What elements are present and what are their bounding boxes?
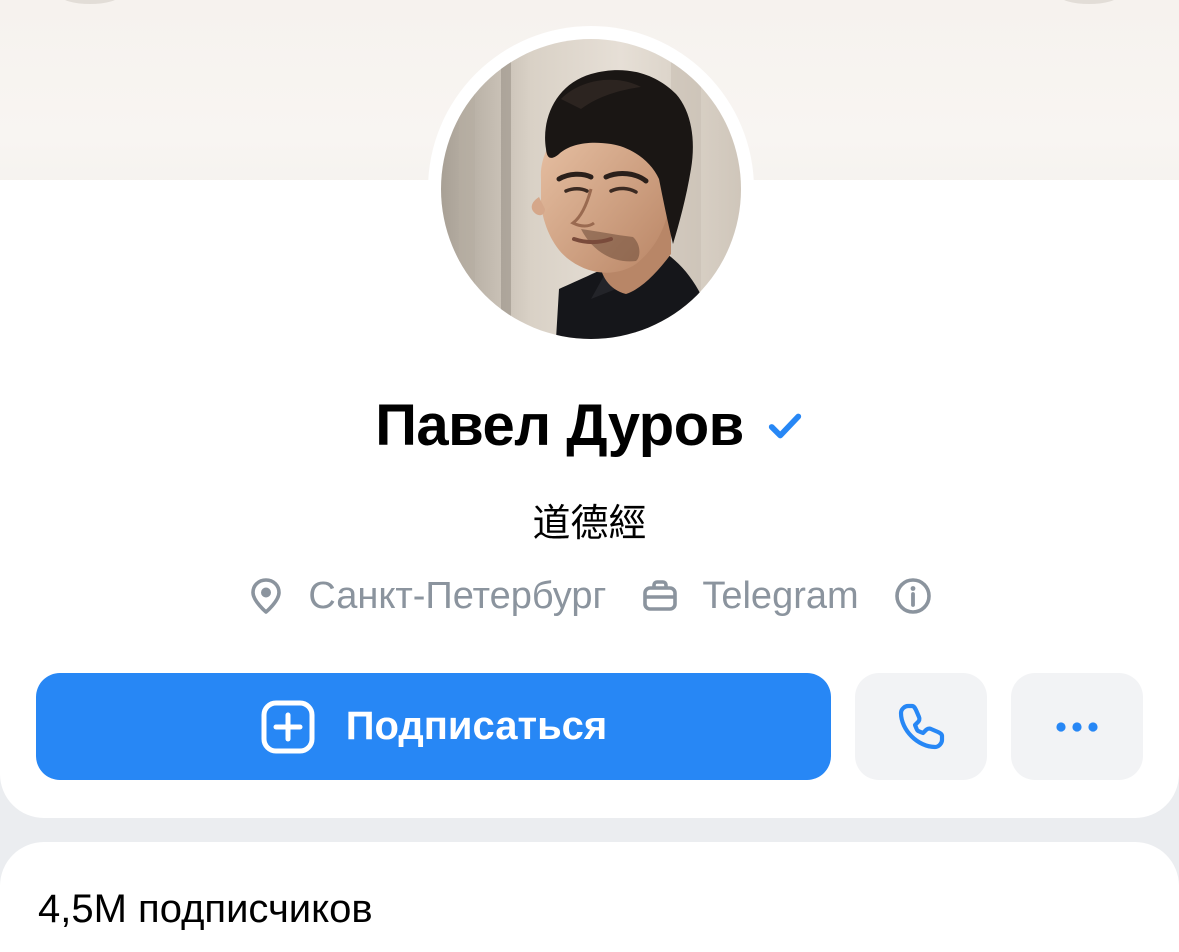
profile-screen: Павел Дуров 道德經 Санкт-Петербург Telegram…	[0, 0, 1179, 952]
more-info-item[interactable]	[893, 576, 933, 616]
cover-decoration	[1059, 0, 1119, 4]
location-pin-icon	[251, 578, 282, 614]
work-item[interactable]: Telegram	[640, 574, 859, 618]
location-label: Санкт-Петербург	[308, 574, 607, 617]
info-icon[interactable]	[893, 576, 933, 616]
phone-icon	[898, 703, 945, 749]
profile-name: Павел Дуров	[375, 392, 744, 458]
subscribe-label: Подписаться	[345, 704, 608, 748]
followers-count[interactable]: 4,5M подписчиков	[38, 887, 373, 932]
avatar[interactable]	[441, 39, 741, 339]
briefcase-icon	[643, 580, 678, 611]
work-label: Telegram	[702, 574, 859, 617]
more-icon	[1056, 721, 1098, 732]
call-button[interactable]	[855, 673, 987, 780]
cover-decoration	[60, 0, 120, 4]
verified-check-icon[interactable]	[766, 407, 804, 445]
more-button[interactable]	[1011, 673, 1143, 780]
followers-card: 4,5M подписчиков	[0, 842, 1179, 952]
avatar-photo	[441, 39, 741, 339]
name-row: Павел Дуров	[0, 390, 1179, 460]
profile-info-row: Санкт-Петербург Telegram	[0, 570, 1179, 622]
subscribe-button[interactable]: Подписаться	[36, 673, 831, 780]
add-square-icon	[261, 700, 315, 753]
profile-status: 道德經	[532, 501, 647, 545]
location-item[interactable]: Санкт-Петербург	[246, 575, 606, 618]
